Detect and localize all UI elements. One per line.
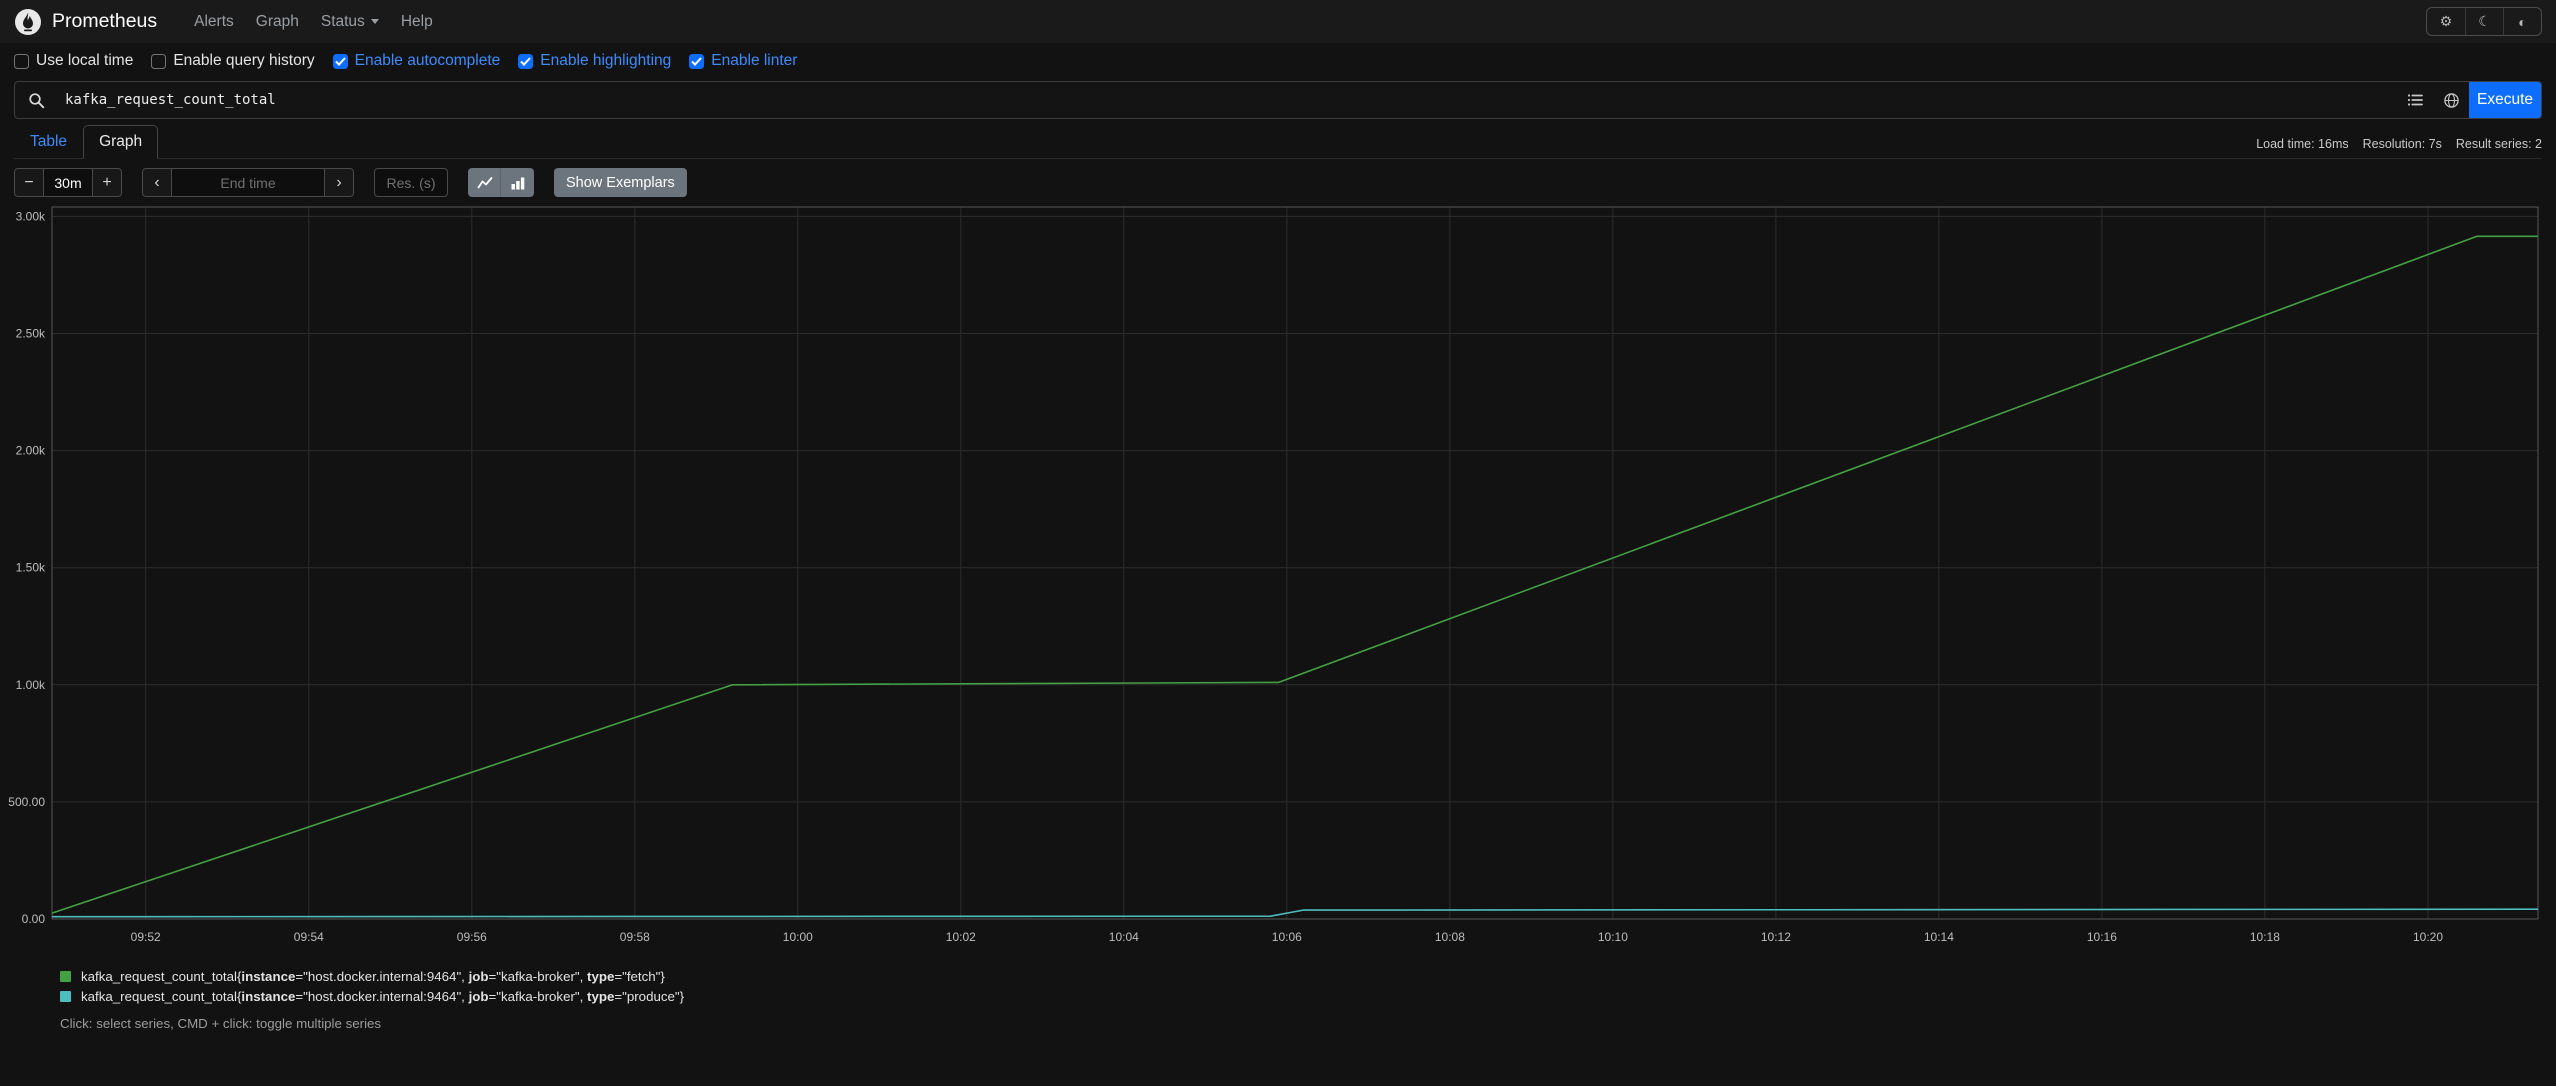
- moon-icon[interactable]: ☾: [2465, 8, 2503, 35]
- resolution-input[interactable]: [374, 168, 448, 197]
- svg-text:10:12: 10:12: [1761, 930, 1791, 944]
- svg-text:10:04: 10:04: [1109, 930, 1139, 944]
- svg-text:500.00: 500.00: [8, 795, 45, 809]
- time-back-button[interactable]: ‹: [142, 168, 172, 197]
- svg-text:10:08: 10:08: [1435, 930, 1465, 944]
- end-time-input[interactable]: [172, 168, 324, 197]
- legend-hint: Click: select series, CMD + click: toggl…: [60, 1016, 382, 1031]
- line-chart-icon: [477, 176, 492, 188]
- svg-text:10:20: 10:20: [2413, 930, 2443, 944]
- stacked-chart-icon: [511, 177, 524, 189]
- execute-button[interactable]: Execute: [2469, 82, 2541, 118]
- chart-type-group: [468, 168, 534, 197]
- legend-item[interactable]: kafka_request_count_total{instance="host…: [60, 989, 2556, 1004]
- navbar: Prometheus Alerts Graph Status Help ⚙ ☾ ◐: [0, 0, 2556, 43]
- option-enable-linter[interactable]: Enable linter: [689, 52, 797, 70]
- svg-text:10:00: 10:00: [783, 930, 813, 944]
- svg-text:09:52: 09:52: [131, 930, 161, 944]
- option-enable-highlighting[interactable]: Enable highlighting: [518, 52, 671, 70]
- range-group: − +: [14, 168, 122, 197]
- range-increase-button[interactable]: +: [92, 168, 122, 197]
- chart-panel: 0.00 500.00 1.00k 1.50k 2.00k 2.50k 3.00k 09:52…: [0, 203, 2556, 955]
- option-label: Enable linter: [711, 52, 798, 69]
- option-enable-query-history[interactable]: Enable query history: [151, 52, 315, 70]
- gear-icon[interactable]: ⚙: [2427, 8, 2465, 35]
- nav-item-graph[interactable]: Graph: [245, 7, 310, 37]
- svg-text:10:14: 10:14: [1924, 930, 1954, 944]
- stacked-chart-button[interactable]: [501, 168, 534, 197]
- option-label: Enable query history: [173, 52, 315, 69]
- tab-graph[interactable]: Graph: [83, 125, 159, 159]
- chart-svg[interactable]: 0.00 500.00 1.00k 1.50k 2.00k 2.50k 3.00k 09:52…: [0, 203, 2546, 955]
- series-color-swatch: [60, 971, 71, 982]
- nav-item-help[interactable]: Help: [390, 7, 444, 37]
- svg-text:2.50k: 2.50k: [16, 327, 46, 341]
- theme-toggle-group: ⚙ ☾ ◐: [2426, 7, 2542, 36]
- option-label: Use local time: [36, 52, 134, 69]
- query-bar: Execute: [14, 81, 2542, 119]
- stat: Result series: 2: [2455, 137, 2542, 151]
- svg-text:09:54: 09:54: [294, 930, 324, 944]
- range-input[interactable]: [44, 168, 92, 197]
- checkbox-icon: [332, 53, 348, 69]
- legend-label: kafka_request_count_total{instance="host…: [81, 969, 665, 984]
- option-use-local-time[interactable]: Use local time: [14, 52, 133, 70]
- stat: Load time: 16ms: [2256, 137, 2349, 151]
- globe-icon[interactable]: [2433, 82, 2469, 118]
- option-enable-autocomplete[interactable]: Enable autocomplete: [332, 52, 501, 70]
- svg-text:09:58: 09:58: [620, 930, 650, 944]
- legend: kafka_request_count_total{instance="host…: [60, 969, 2556, 1004]
- legend-label: kafka_request_count_total{instance="host…: [81, 989, 685, 1004]
- svg-text:1.00k: 1.00k: [16, 678, 46, 692]
- query-stats: Load time: 16ms Resolution: 7s Result seri…: [2256, 137, 2542, 158]
- svg-text:10:06: 10:06: [1272, 930, 1302, 944]
- caret-down-icon: [370, 18, 379, 24]
- legend-item[interactable]: kafka_request_count_total{instance="host…: [60, 969, 2556, 984]
- checkbox-icon: [689, 53, 705, 69]
- svg-text:0.00: 0.00: [22, 912, 46, 926]
- checkbox-icon: [518, 53, 534, 69]
- series-color-swatch: [60, 991, 71, 1002]
- svg-text:09:56: 09:56: [457, 930, 487, 944]
- options-row: Use local time Enable query history Enable…: [0, 43, 2556, 79]
- contrast-icon[interactable]: ◐: [2503, 8, 2541, 35]
- main-nav: Alerts Graph Status Help: [183, 7, 444, 37]
- svg-text:1.50k: 1.50k: [16, 561, 46, 575]
- line-chart-button[interactable]: [468, 168, 501, 197]
- stat: Resolution: 7s: [2362, 137, 2442, 151]
- query-input[interactable]: [57, 82, 2397, 118]
- svg-text:10:02: 10:02: [946, 930, 976, 944]
- checkbox-icon: [14, 53, 29, 69]
- svg-text:3.00k: 3.00k: [16, 209, 46, 223]
- brand[interactable]: Prometheus: [14, 8, 157, 36]
- range-decrease-button[interactable]: −: [14, 168, 44, 197]
- tab-table[interactable]: Table: [14, 125, 83, 159]
- end-time-group: ‹ ›: [142, 168, 354, 197]
- graph-controls: − + ‹ › Show Exemplars: [14, 168, 2542, 197]
- svg-text:2.00k: 2.00k: [16, 444, 46, 458]
- svg-text:10:16: 10:16: [2087, 930, 2117, 944]
- svg-text:10:10: 10:10: [1598, 930, 1628, 944]
- nav-item-status[interactable]: Status: [310, 7, 390, 37]
- checkbox-icon: [151, 53, 167, 69]
- search-icon: [15, 82, 57, 118]
- tabs-band: Table Graph Load time: 16ms Resolution: 7s…: [14, 125, 2542, 159]
- brand-title: Prometheus: [52, 10, 158, 32]
- show-exemplars-button[interactable]: Show Exemplars: [554, 168, 687, 197]
- option-label: Enable autocomplete: [354, 52, 501, 69]
- metrics-explorer-icon[interactable]: [2397, 82, 2433, 118]
- prometheus-logo-icon: [14, 8, 42, 36]
- nav-item-alerts[interactable]: Alerts: [183, 7, 245, 37]
- svg-text:10:18: 10:18: [2250, 930, 2280, 944]
- option-label: Enable highlighting: [540, 52, 672, 69]
- time-forward-button[interactable]: ›: [324, 168, 354, 197]
- tabs: Table Graph: [14, 125, 159, 159]
